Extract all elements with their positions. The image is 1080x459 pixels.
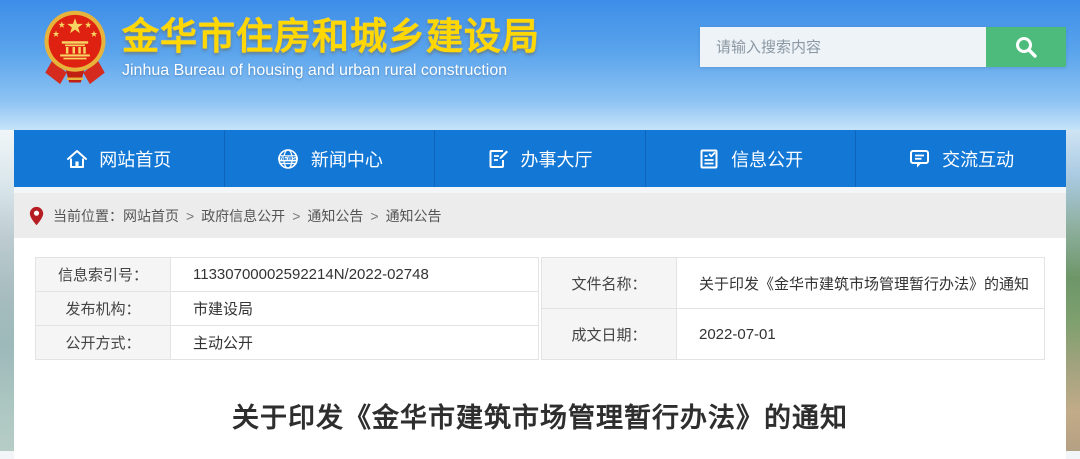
background-photo-left bbox=[0, 130, 14, 451]
breadcrumb: 当前位置： 网站首页 > 政府信息公开 > 通知公告 > 通知公告 bbox=[14, 193, 1066, 238]
info-index-value: 11330700002592214N/2022-02748 bbox=[171, 258, 539, 292]
issue-date-label: 成文日期： bbox=[542, 309, 677, 360]
table-row: 成文日期： 2022-07-01 bbox=[542, 309, 1045, 360]
search-input[interactable] bbox=[700, 27, 986, 67]
search-bar bbox=[700, 27, 1066, 67]
doc-info-table-left: 信息索引号： 11330700002592214N/2022-02748 发布机… bbox=[35, 257, 539, 360]
home-icon bbox=[66, 148, 88, 170]
service-hall-icon bbox=[487, 148, 509, 170]
issuing-agency-value: 市建设局 bbox=[171, 292, 539, 326]
disclosure-method-value: 主动公开 bbox=[171, 326, 539, 360]
info-disclosure-icon bbox=[698, 148, 720, 170]
table-row: 信息索引号： 11330700002592214N/2022-02748 bbox=[36, 258, 539, 292]
breadcrumb-item-notices-2[interactable]: 通知公告 bbox=[386, 206, 442, 226]
background-photo-right bbox=[1066, 130, 1080, 451]
svg-text:NEWS: NEWS bbox=[280, 156, 297, 162]
info-index-label: 信息索引号： bbox=[36, 258, 171, 292]
main-nav: 网站首页 NEWS 新闻中心 bbox=[14, 130, 1066, 187]
file-name-value: 关于印发《金华市建筑市场管理暂行办法》的通知 bbox=[677, 258, 1045, 309]
breadcrumb-separator: > bbox=[186, 208, 194, 224]
breadcrumb-separator: > bbox=[370, 208, 378, 224]
main-content: 当前位置： 网站首页 > 政府信息公开 > 通知公告 > 通知公告 信息索引号：… bbox=[14, 193, 1066, 459]
issuing-agency-label: 发布机构： bbox=[36, 292, 171, 326]
breadcrumb-prefix: 当前位置： bbox=[53, 206, 123, 226]
disclosure-method-label: 公开方式： bbox=[36, 326, 171, 360]
news-globe-icon: NEWS bbox=[276, 147, 300, 171]
breadcrumb-item-home[interactable]: 网站首页 bbox=[123, 206, 179, 226]
national-emblem-icon bbox=[42, 8, 108, 86]
nav-item-service-hall[interactable]: 办事大厅 bbox=[435, 130, 646, 187]
document-info-tables: 信息索引号： 11330700002592214N/2022-02748 发布机… bbox=[35, 257, 1045, 360]
table-row: 文件名称： 关于印发《金华市建筑市场管理暂行办法》的通知 bbox=[542, 258, 1045, 309]
nav-item-label: 信息公开 bbox=[731, 146, 803, 172]
page-title: 关于印发《金华市建筑市场管理暂行办法》的通知 bbox=[14, 396, 1066, 435]
nav-item-label: 交流互动 bbox=[942, 146, 1014, 172]
search-button[interactable] bbox=[986, 27, 1066, 67]
nav-item-interaction[interactable]: 交流互动 bbox=[856, 130, 1066, 187]
nav-item-label: 网站首页 bbox=[99, 146, 171, 172]
doc-info-table-right: 文件名称： 关于印发《金华市建筑市场管理暂行办法》的通知 成文日期： 2022-… bbox=[541, 257, 1045, 360]
file-name-label: 文件名称： bbox=[542, 258, 677, 309]
interaction-icon bbox=[908, 147, 931, 170]
search-icon bbox=[1013, 34, 1039, 60]
nav-item-home[interactable]: 网站首页 bbox=[14, 130, 225, 187]
nav-item-label: 新闻中心 bbox=[311, 146, 383, 172]
site-header: 金华市住房和城乡建设局 Jinhua Bureau of housing and… bbox=[0, 0, 1080, 130]
table-row: 发布机构： 市建设局 bbox=[36, 292, 539, 326]
site-subtitle: Jinhua Bureau of housing and urban rural… bbox=[122, 62, 540, 80]
breadcrumb-item-gov-info[interactable]: 政府信息公开 bbox=[201, 206, 285, 226]
table-row: 公开方式： 主动公开 bbox=[36, 326, 539, 360]
location-pin-icon bbox=[29, 206, 44, 226]
breadcrumb-separator: > bbox=[292, 208, 300, 224]
site-title: 金华市住房和城乡建设局 bbox=[122, 16, 540, 59]
nav-item-label: 办事大厅 bbox=[520, 146, 592, 172]
nav-item-info-disclosure[interactable]: 信息公开 bbox=[646, 130, 857, 187]
site-brand[interactable]: 金华市住房和城乡建设局 Jinhua Bureau of housing and… bbox=[42, 8, 540, 86]
nav-item-news[interactable]: NEWS 新闻中心 bbox=[225, 130, 436, 187]
issue-date-value: 2022-07-01 bbox=[677, 309, 1045, 360]
breadcrumb-item-notices[interactable]: 通知公告 bbox=[307, 206, 363, 226]
